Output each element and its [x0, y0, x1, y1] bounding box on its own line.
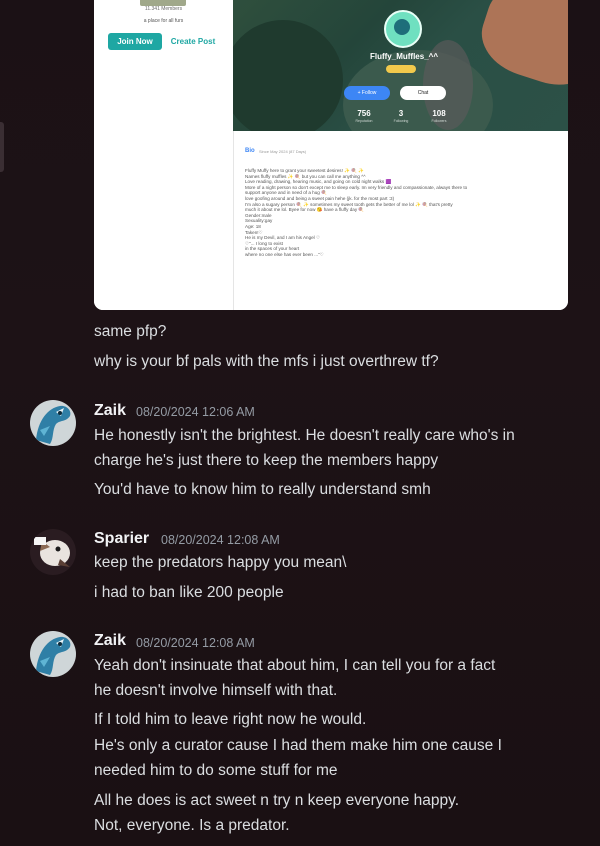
message-text: keep the predators happy you mean\ — [94, 554, 347, 571]
bio-section: Bio Since May 2024 (87 Days) Fluffy Muff… — [233, 131, 568, 310]
message-text: All he does is act sweet n try n keep ev… — [94, 792, 460, 809]
profile-name: Fluffy_Muffles_^^ — [369, 52, 438, 61]
profile-badge — [386, 65, 416, 73]
avatar[interactable] — [30, 529, 76, 575]
timestamp: 08/20/2024 12:06 AM — [136, 405, 255, 419]
chat-view: 11.341 Members a place for all furs Join… — [0, 0, 600, 846]
chat-button[interactable]: Chat — [400, 86, 446, 100]
author-name[interactable]: Sparier — [94, 530, 149, 548]
create-post-button[interactable]: Create Post — [165, 33, 221, 50]
image-attachment[interactable]: 11.341 Members a place for all furs Join… — [94, 0, 568, 310]
message-text: He's only a curator cause I had them mak… — [94, 737, 502, 754]
community-tagline: a place for all furs — [143, 18, 184, 24]
scroll-indicator — [0, 122, 4, 172]
message-text: charge he's just there to keep the membe… — [94, 452, 439, 469]
community-panel: 11.341 Members a place for all furs Join… — [94, 0, 233, 310]
stat-reputation: 756 Reputation — [355, 109, 373, 123]
message-text: he doesn't involve himself with that. — [94, 682, 338, 699]
bio-title: Bio — [245, 148, 255, 154]
message-text: i had to ban like 200 people — [94, 584, 284, 601]
avatar[interactable] — [30, 631, 76, 677]
author-name[interactable]: Zaik — [94, 402, 126, 420]
message-text: needed him to do some stuff for me — [94, 762, 338, 779]
follow-button[interactable]: + Follow — [344, 86, 390, 100]
member-count: 11.341 Members — [144, 6, 183, 12]
join-now-button[interactable]: Join Now — [108, 33, 162, 50]
author-name[interactable]: Zaik — [94, 632, 126, 650]
message-text: same pfp? — [94, 323, 167, 340]
timestamp: 08/20/2024 12:08 AM — [136, 636, 255, 650]
timestamp: 08/20/2024 12:08 AM — [161, 533, 280, 547]
bio-since: Since May 2024 (87 Days) — [259, 149, 307, 154]
stat-followers: 108 Followers — [431, 109, 447, 123]
message-text: He honestly isn't the brightest. He does… — [94, 427, 515, 444]
message-text: Yeah don't insinuate that about him, I c… — [94, 657, 496, 674]
avatar[interactable] — [30, 400, 76, 446]
profile-avatar — [384, 10, 422, 48]
message-text: You'd have to know him to really underst… — [94, 481, 431, 498]
message-text: Not, everyone. Is a predator. — [94, 817, 290, 834]
message-text: If I told him to leave right now he woul… — [94, 711, 367, 728]
stat-following: 3 Following — [393, 109, 409, 123]
message-text: why is your bf pals with the mfs i just … — [94, 353, 439, 370]
bio-text: Fluffy Muffy here to grant your sweetest… — [245, 168, 468, 257]
